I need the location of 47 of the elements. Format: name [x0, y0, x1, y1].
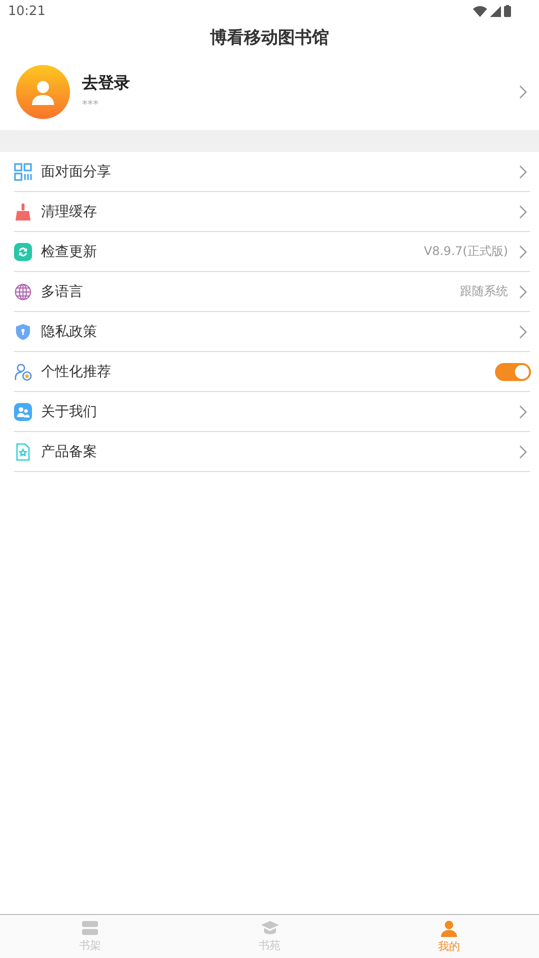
chevron-right-icon — [519, 244, 527, 258]
status-time: 10:21 — [8, 4, 46, 18]
broom-icon — [14, 202, 32, 220]
document-star-icon — [14, 442, 32, 460]
menu-label: 关于我们 — [41, 402, 98, 420]
menu-label: 检查更新 — [41, 242, 98, 260]
battery-icon — [504, 5, 511, 17]
menu-item[interactable]: 面对面分享 — [14, 152, 530, 192]
globe-icon — [14, 282, 32, 300]
menu-label: 个性化推荐 — [41, 362, 112, 380]
user-star-icon — [14, 362, 32, 380]
menu-item[interactable]: 个性化推荐 — [14, 352, 530, 392]
chevron-right-icon — [519, 404, 527, 418]
setting-value: 跟随系统 — [460, 283, 508, 300]
menu-label: 产品备案 — [41, 442, 98, 460]
setting-value: V8.9.7(正式版) — [424, 243, 508, 260]
refresh-icon — [14, 242, 32, 260]
wifi-icon — [473, 6, 487, 16]
app-title: 博看移动图书馆 — [209, 27, 330, 50]
qr-code-icon — [14, 162, 32, 180]
chevron-right-icon — [519, 164, 527, 178]
books-icon — [80, 920, 99, 936]
menu-item[interactable]: 清理缓存 — [14, 192, 530, 232]
account-text: *** — [82, 98, 100, 111]
profile-row[interactable]: 去登录 *** — [0, 54, 539, 130]
graduation-cap-icon — [260, 920, 280, 936]
login-link[interactable]: 去登录 — [82, 73, 519, 94]
menu-label: 多语言 — [41, 282, 84, 300]
chevron-right-icon — [519, 204, 527, 218]
chevron-right-icon — [519, 324, 527, 338]
signal-icon — [490, 6, 501, 16]
menu-item[interactable]: 多语言 跟随系统 — [14, 272, 530, 312]
menu-label: 清理缓存 — [41, 202, 98, 220]
chevron-right-icon — [519, 284, 527, 298]
shield-icon — [14, 322, 32, 340]
chevron-right-icon — [519, 85, 527, 99]
people-icon — [14, 402, 32, 420]
menu-item[interactable]: 关于我们 — [14, 392, 530, 432]
menu-item[interactable]: 隐私政策 — [14, 312, 530, 352]
person-icon — [440, 920, 458, 936]
chevron-right-icon — [519, 444, 527, 458]
avatar-icon — [16, 65, 70, 119]
toggle-switch[interactable] — [495, 362, 531, 380]
menu-label: 隐私政策 — [41, 322, 98, 340]
menu-item[interactable]: 检查更新 V8.9.7(正式版) — [14, 232, 530, 272]
menu-item[interactable]: 产品备案 — [14, 432, 530, 472]
menu-label: 面对面分享 — [41, 162, 112, 180]
